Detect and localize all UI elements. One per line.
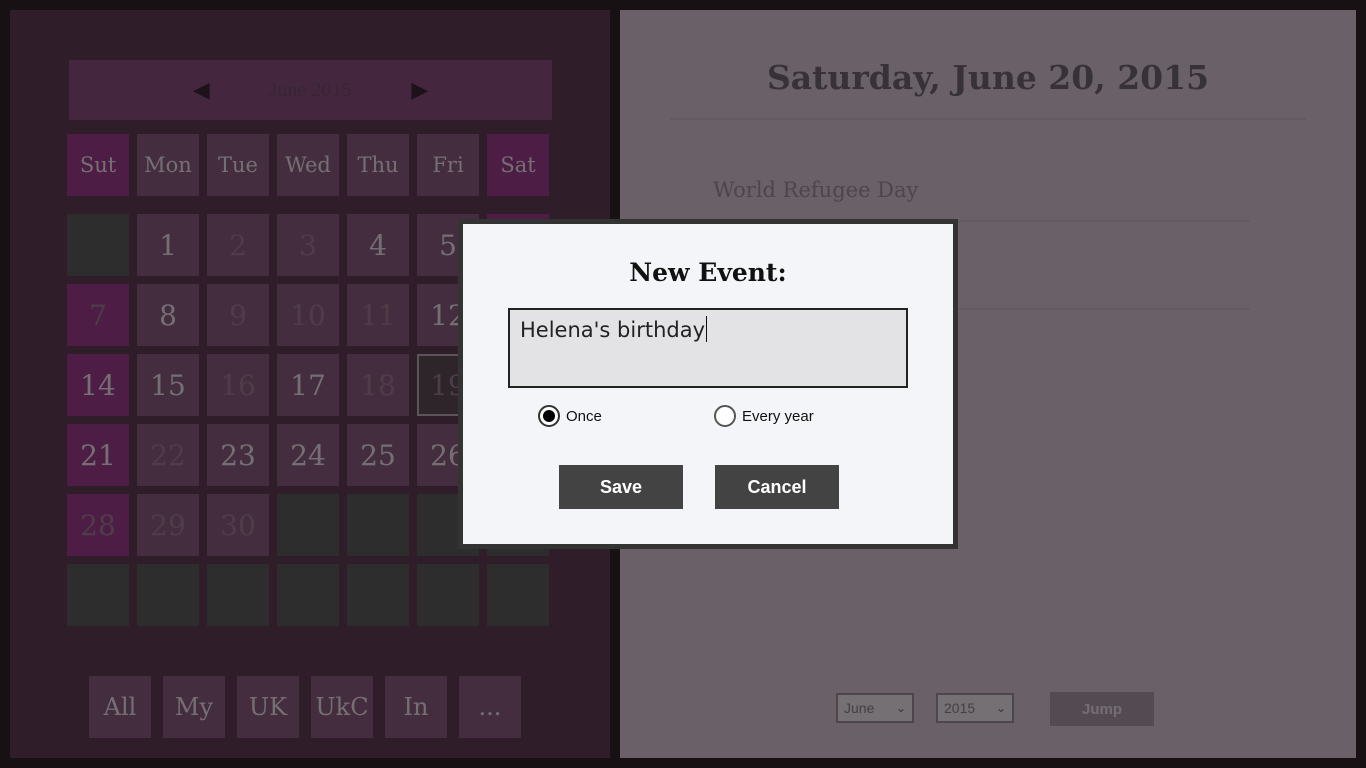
radio-once[interactable]: Once — [538, 405, 602, 427]
dialog-title: New Event: — [629, 258, 787, 287]
event-text-value: Helena's birthday — [520, 318, 706, 342]
radio-unselected-icon[interactable] — [714, 405, 736, 427]
text-caret — [706, 316, 708, 342]
save-button[interactable]: Save — [559, 465, 683, 509]
radio-once-label: Once — [566, 407, 602, 425]
new-event-dialog: New Event: Helena's birthday Once Every … — [458, 219, 958, 549]
radio-every-year[interactable]: Every year — [714, 405, 814, 427]
event-text-input[interactable]: Helena's birthday — [508, 308, 908, 388]
radio-selected-icon[interactable] — [538, 405, 560, 427]
radio-every-year-label: Every year — [742, 407, 814, 425]
cancel-button[interactable]: Cancel — [715, 465, 839, 509]
